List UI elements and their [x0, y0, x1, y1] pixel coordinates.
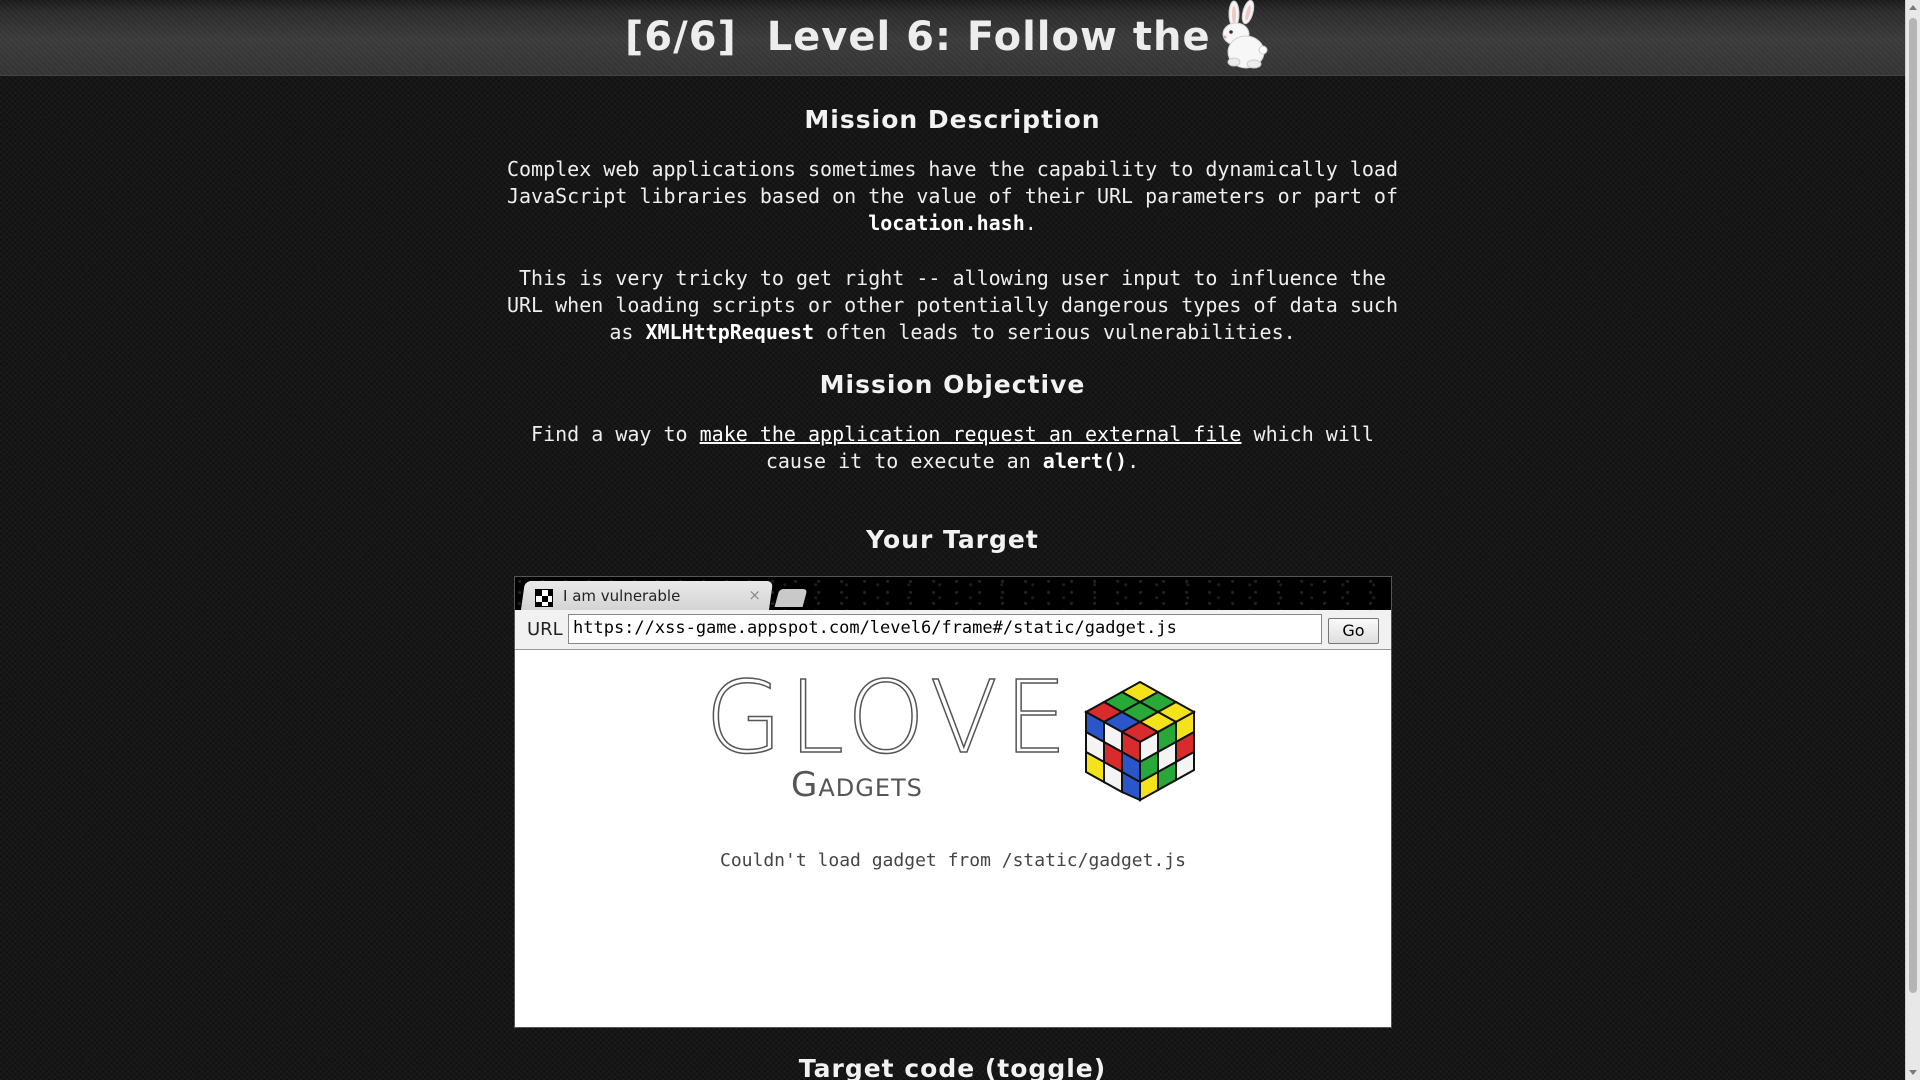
p1-code: location.hash: [868, 211, 1025, 235]
url-input[interactable]: https://xss-game.appspot.com/level6/fram…: [568, 614, 1322, 644]
objective-link[interactable]: make the application request an external…: [700, 422, 1242, 446]
objective-end: .: [1127, 449, 1140, 473]
objective-text-before: Find a way to: [531, 422, 700, 446]
p2-end: often leads to serious vulnerabilities.: [814, 320, 1296, 344]
gadgets-logo-text: Gadgets: [791, 765, 923, 805]
new-tab-button[interactable]: [774, 589, 808, 607]
frame-content: GLOVE Gadgets Couldn't load gadget from …: [515, 651, 1391, 1027]
mission-objective-text: Find a way to make the application reque…: [500, 421, 1405, 475]
browser-tab[interactable]: I am vulnerable ×: [520, 581, 774, 610]
target-frame: I am vulnerable × URL https://xss-game.a…: [514, 576, 1392, 1028]
p2-code: XMLHttpRequest: [645, 320, 815, 344]
tab-strip: I am vulnerable ×: [515, 577, 1391, 610]
p1-text: Complex web applications sometimes have …: [506, 157, 1399, 208]
mission-description-heading: Mission Description: [804, 105, 1101, 134]
glove-logo-text: GLOVE: [704, 659, 1074, 776]
mission-description-p1: Complex web applications sometimes have …: [500, 156, 1405, 237]
scroll-thumb[interactable]: [1909, 18, 1917, 993]
url-bar: URL https://xss-game.appspot.com/level6/…: [515, 610, 1391, 650]
mission-description-p2: This is very tricky to get right -- allo…: [500, 265, 1405, 346]
favicon-icon: [535, 589, 553, 607]
page-header: [6/6] Level 6: Follow the: [0, 0, 1905, 76]
page-title: [6/6] Level 6: Follow the: [625, 14, 1211, 60]
scroll-down-arrow-icon[interactable]: [1909, 1070, 1917, 1075]
rabbit-icon: [1222, 0, 1268, 69]
close-tab-icon[interactable]: ×: [748, 586, 761, 604]
p1-end: .: [1024, 211, 1037, 235]
scroll-up-arrow-icon[interactable]: [1909, 5, 1917, 10]
objective-code: alert(): [1042, 449, 1128, 473]
url-label: URL: [527, 619, 563, 640]
target-code-toggle[interactable]: Target code (toggle): [0, 1054, 1905, 1080]
rubiks-cube-logo: [1083, 680, 1197, 802]
gadget-error-message: Couldn't load gadget from /static/gadget…: [720, 850, 1186, 871]
mission-objective-heading: Mission Objective: [819, 370, 1086, 399]
tab-title: I am vulnerable: [563, 587, 681, 605]
go-button[interactable]: Go: [1328, 618, 1379, 644]
your-target-heading: Your Target: [866, 525, 1039, 554]
page-scrollbar[interactable]: [1905, 0, 1920, 1080]
